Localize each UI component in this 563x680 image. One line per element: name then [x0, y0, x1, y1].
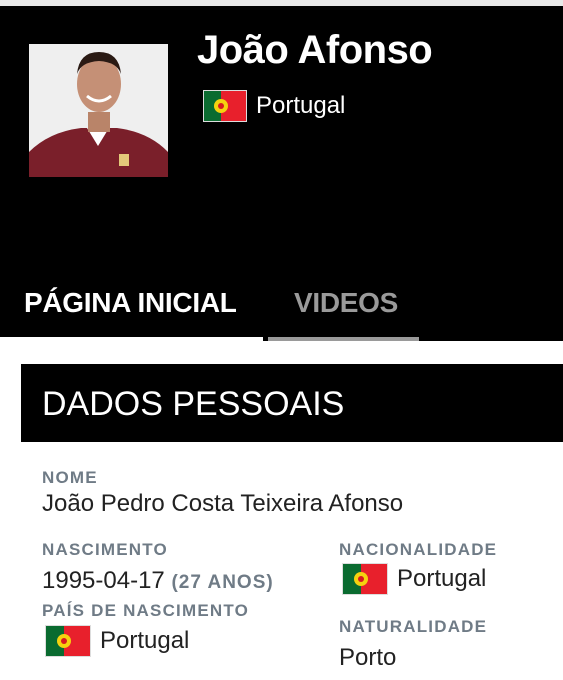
age-value: (27 ANOS): [171, 572, 274, 593]
tab-home-indicator: [0, 337, 263, 341]
birth-date: 1995-04-17: [42, 567, 165, 594]
birth-value: 1995-04-17 (27 ANOS): [42, 567, 274, 595]
birthplace-label: NATURALIDADE: [339, 617, 488, 636]
player-country: Portugal: [204, 91, 345, 121]
tab-home[interactable]: PÁGINA INICIAL: [24, 287, 237, 319]
full-name-value: João Pedro Costa Teixeira Afonso: [42, 490, 404, 517]
full-name-label: NOME: [42, 468, 98, 487]
player-country-label: Portugal: [256, 92, 346, 119]
nationality-label: NACIONALIDADE: [339, 540, 498, 559]
birth-country-label: PAÍS DE NASCIMENTO: [42, 601, 250, 620]
player-name: João Afonso: [197, 28, 433, 72]
birthplace-value: Porto: [339, 644, 397, 671]
birth-label: NASCIMENTO: [42, 540, 168, 559]
birth-country-text: Portugal: [100, 627, 190, 654]
player-avatar: [29, 44, 168, 177]
birth-country-value: Portugal: [46, 626, 189, 656]
tab-videos-indicator: [268, 337, 419, 341]
tab-videos[interactable]: VIDEOS: [294, 287, 398, 319]
portugal-flag-icon: [204, 91, 246, 121]
section-header: DADOS PESSOAIS: [21, 364, 563, 442]
portugal-flag-icon: [46, 626, 90, 656]
section-title: DADOS PESSOAIS: [42, 385, 345, 423]
nationality-value: Portugal: [343, 564, 486, 594]
player-header: João Afonso Portugal PÁGINA INICIAL VIDE…: [0, 6, 563, 341]
portugal-flag-icon: [343, 564, 387, 594]
nationality-text: Portugal: [397, 565, 487, 592]
